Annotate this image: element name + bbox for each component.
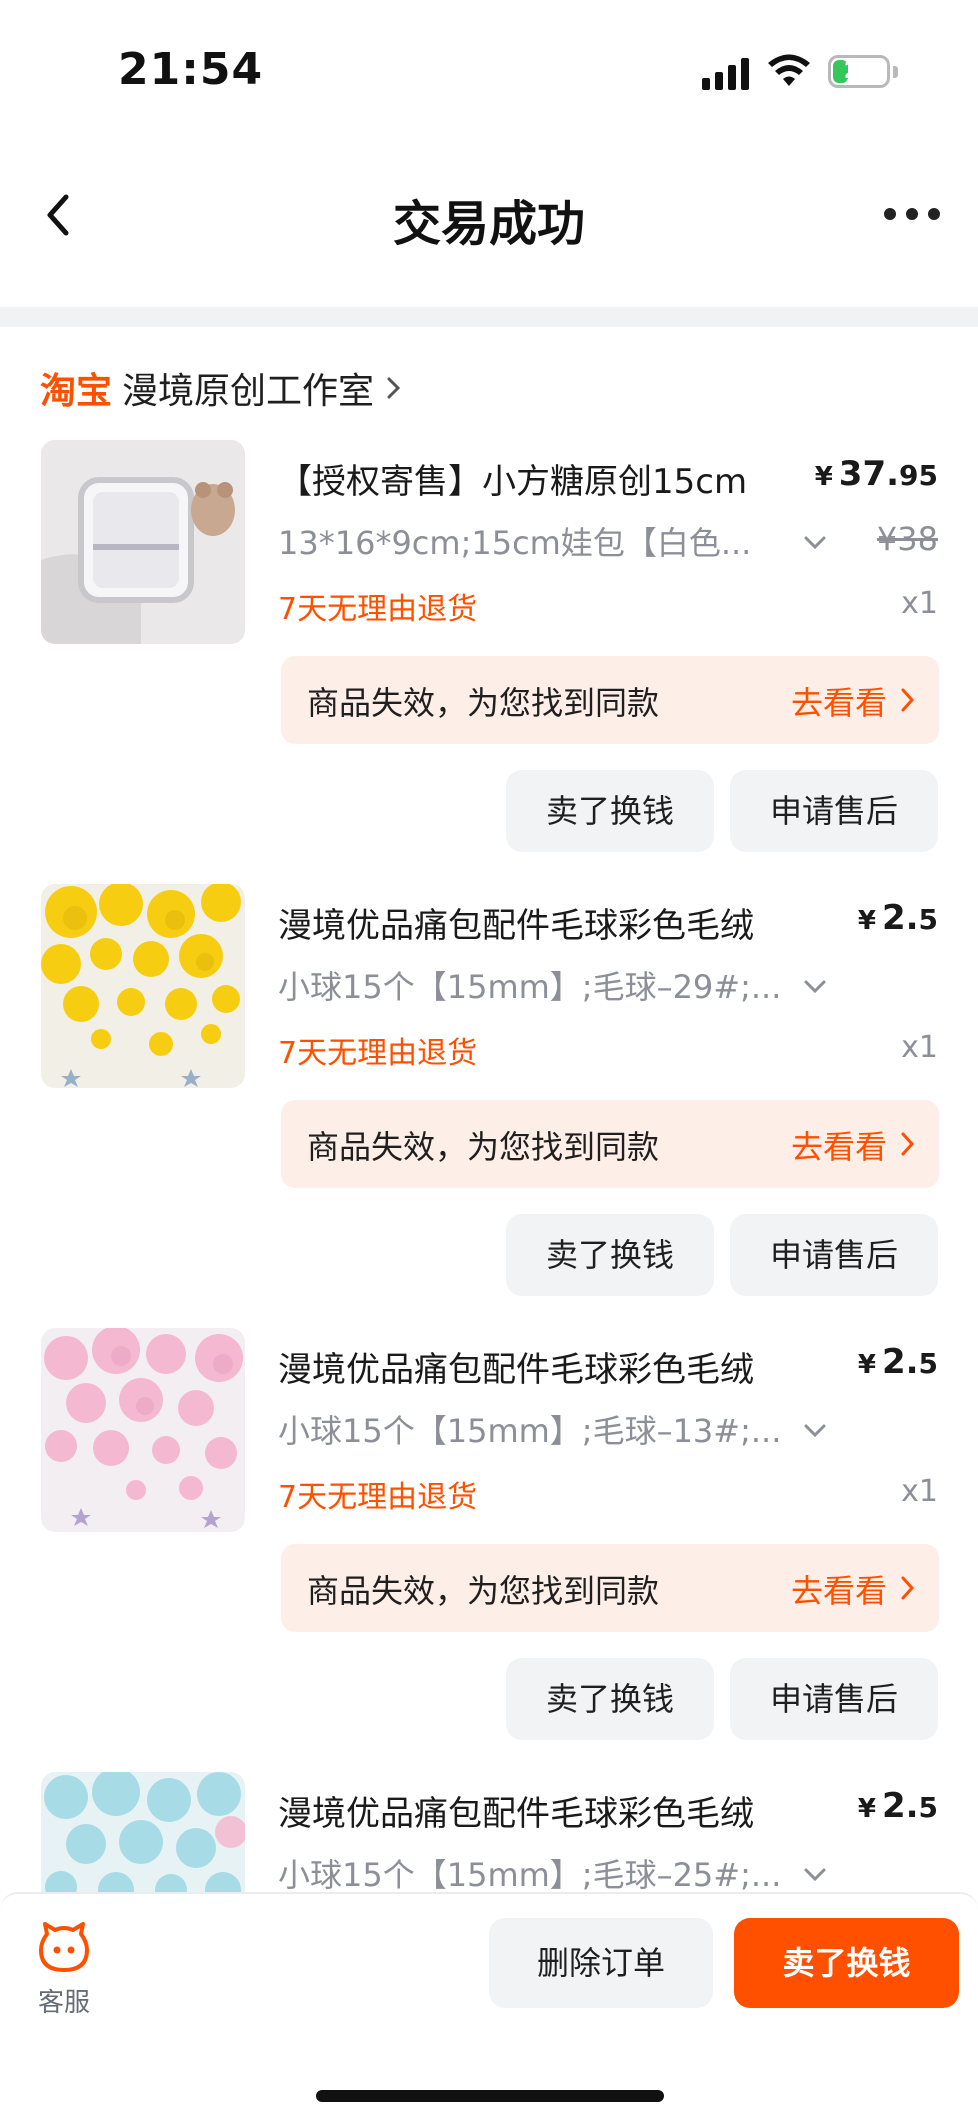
product-image [41, 1328, 245, 1532]
quantity: x1 [901, 1030, 938, 1065]
product-sku[interactable]: 小球15个【15mm】;毛球–25#;... [278, 1850, 798, 1892]
product-image [41, 1772, 245, 1892]
notice-text: 商品失效，为您找到同款 [307, 1128, 660, 1166]
product-sku[interactable]: 小球15个【15mm】;毛球–13#;... [278, 1406, 798, 1452]
cellular-signal-icon [702, 56, 752, 90]
order-item: 漫境优品痛包配件毛球彩色毛绒 ¥2.5 小球15个【15mm】;毛球–29#;.… [0, 884, 978, 1328]
shop-name[interactable]: 漫境原创工作室 [122, 362, 374, 414]
sell-button[interactable]: 卖了换钱 [506, 1214, 714, 1296]
chevron-right-icon [901, 1132, 915, 1156]
customer-service-button[interactable]: 客服 [36, 1920, 92, 2019]
nav-bar: 交易成功 [0, 160, 978, 270]
currency-symbol: ¥ [857, 906, 876, 936]
after-sales-button[interactable]: 申请售后 [730, 1658, 938, 1740]
notice-link[interactable]: 去看看 [791, 678, 887, 724]
sell-button[interactable]: 卖了换钱 [506, 770, 714, 852]
notice-link[interactable]: 去看看 [791, 1566, 887, 1612]
product-title[interactable]: 漫境优品痛包配件毛球彩色毛绒 [278, 898, 798, 947]
currency-symbol: ¥ [814, 462, 833, 492]
invalid-notice[interactable]: 商品失效，为您找到同款 去看看 [281, 656, 939, 744]
product-sku[interactable]: 小球15个【15mm】;毛球–29#;... [278, 962, 798, 1008]
notice-text: 商品失效，为您找到同款 [307, 684, 660, 722]
price-decimal: 95 [899, 459, 938, 492]
product-thumbnail[interactable] [41, 1772, 245, 1892]
product-image [41, 884, 245, 1088]
chevron-right-icon [387, 377, 401, 399]
chevron-down-icon[interactable] [802, 1866, 828, 1884]
chevron-down-icon[interactable] [802, 978, 828, 996]
shop-header[interactable]: 淘宝 漫境原创工作室 [40, 362, 406, 414]
price-main: 37. [838, 454, 900, 494]
more-dots-icon[interactable] [880, 202, 944, 226]
order-item: 【授权寄售】小方糖原创15cm ¥37.95 13*16*9cm;15cm娃包【… [0, 440, 978, 884]
chevron-down-icon[interactable] [802, 1422, 828, 1440]
return-policy: 7天无理由退货 [278, 592, 478, 627]
chevron-right-icon [901, 1576, 915, 1600]
page-title: 交易成功 [392, 196, 585, 252]
after-sales-button[interactable]: 申请售后 [730, 770, 938, 852]
product-price: ¥37.95 [815, 454, 938, 494]
currency-symbol: ¥ [857, 1350, 876, 1380]
wifi-icon [768, 54, 810, 86]
price-main: 2. [881, 898, 919, 938]
return-policy: 7天无理由退货 [278, 1036, 478, 1071]
battery-tip [893, 66, 898, 78]
product-price: ¥2.5 [858, 1786, 938, 1826]
customer-service-icon [39, 1922, 89, 1972]
order-item: 漫境优品痛包配件毛球彩色毛绒 ¥2.5 小球15个【15mm】;毛球–13#;.… [0, 1328, 978, 1772]
delete-order-button[interactable]: 删除订单 [489, 1918, 713, 2008]
sell-button[interactable]: 卖了换钱 [506, 1658, 714, 1740]
home-indicator [316, 2090, 664, 2102]
product-thumbnail[interactable] [41, 440, 245, 644]
product-sku[interactable]: 13*16*9cm;15cm娃包【白色... [278, 518, 798, 564]
price-main: 2. [881, 1342, 919, 1382]
service-label: 客服 [37, 1988, 90, 2018]
price-decimal: 5 [918, 1791, 938, 1824]
chevron-right-icon [901, 688, 915, 712]
quantity: x1 [901, 586, 938, 621]
product-price: ¥2.5 [858, 898, 938, 938]
original-price: ¥38 [876, 520, 938, 558]
chevron-down-icon[interactable] [802, 534, 828, 552]
quantity: x1 [901, 1474, 938, 1509]
invalid-notice[interactable]: 商品失效，为您找到同款 去看看 [281, 1100, 939, 1188]
invalid-notice[interactable]: 商品失效，为您找到同款 去看看 [281, 1544, 939, 1632]
notice-link[interactable]: 去看看 [791, 1122, 887, 1168]
currency-symbol: ¥ [857, 1794, 876, 1824]
platform-label: 淘宝 [40, 371, 113, 412]
battery-icon: 27 [828, 55, 890, 88]
price-decimal: 5 [918, 903, 938, 936]
product-thumbnail[interactable] [41, 884, 245, 1088]
product-thumbnail[interactable] [41, 1328, 245, 1532]
product-image [41, 440, 245, 644]
return-policy: 7天无理由退货 [278, 1480, 478, 1515]
after-sales-button[interactable]: 申请售后 [730, 1214, 938, 1296]
sell-for-cash-button[interactable]: 卖了换钱 [734, 1918, 959, 2008]
product-title[interactable]: 漫境优品痛包配件毛球彩色毛绒 [278, 1786, 798, 1835]
notice-text: 商品失效，为您找到同款 [307, 1572, 660, 1610]
status-time: 21:54 [118, 44, 264, 95]
battery-level: 27 [843, 59, 875, 84]
product-title[interactable]: 【授权寄售】小方糖原创15cm [278, 454, 798, 503]
price-decimal: 5 [918, 1347, 938, 1380]
section-divider [0, 307, 978, 327]
product-title[interactable]: 漫境优品痛包配件毛球彩色毛绒 [278, 1342, 798, 1391]
price-main: 2. [881, 1786, 919, 1826]
bottom-action-bar: 客服 删除订单 卖了换钱 [0, 1892, 978, 2120]
status-bar: 21:54 27 [0, 0, 978, 120]
product-price: ¥2.5 [858, 1342, 938, 1382]
order-item: 漫境优品痛包配件毛球彩色毛绒 ¥2.5 小球15个【15mm】;毛球–25#;.… [0, 1772, 978, 1892]
